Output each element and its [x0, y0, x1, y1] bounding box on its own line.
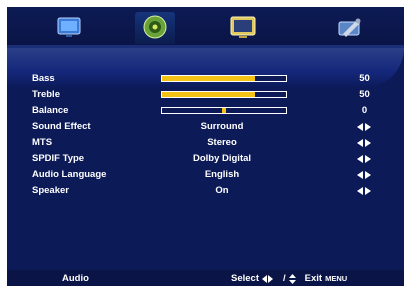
sound-effect-value: Surround: [200, 121, 244, 132]
speaker-value: On: [215, 185, 229, 196]
footer-bar: Audio Select / Exit MENU: [7, 270, 404, 286]
menu-tab-bar: [7, 7, 404, 45]
exit-hint-label: Exit: [304, 273, 323, 284]
slash-separator: /: [283, 273, 286, 284]
select-hint-label: Select: [231, 273, 259, 284]
tv-osd-screen: Bass 50 Treble 50 Balance 0 Sound Effect…: [7, 7, 404, 286]
up-down-arrows-icon: [288, 273, 296, 284]
mts-value: Stereo: [207, 137, 237, 148]
treble-value: 50: [359, 89, 370, 100]
footer-section-title: Audio: [62, 273, 89, 284]
sound-effect-label: Sound Effect: [32, 121, 91, 132]
balance-slider-marker: [222, 108, 226, 113]
bass-value: 50: [359, 73, 370, 84]
treble-slider-fill: [162, 92, 255, 97]
bass-label: Bass: [32, 73, 55, 84]
left-right-arrows-icon[interactable]: [357, 139, 371, 147]
picture-icon[interactable]: [49, 12, 89, 44]
bass-slider-fill: [162, 76, 255, 81]
left-right-arrows-icon: [262, 274, 273, 283]
bass-slider[interactable]: [161, 75, 287, 82]
tv-icon[interactable]: [223, 12, 263, 44]
sound-effect-row[interactable]: Sound Effect Surround: [7, 119, 404, 135]
mts-row[interactable]: MTS Stereo: [7, 135, 404, 151]
audio-icon[interactable]: [135, 12, 175, 44]
left-right-arrows-icon[interactable]: [357, 187, 371, 195]
balance-label: Balance: [32, 105, 69, 116]
balance-value: 0: [361, 105, 368, 116]
audio-language-label: Audio Language: [32, 169, 107, 180]
spdif-type-row[interactable]: SPDIF Type Dolby Digital: [7, 151, 404, 167]
audio-language-row[interactable]: Audio Language English: [7, 167, 404, 183]
left-right-arrows-icon[interactable]: [357, 171, 371, 179]
spdif-type-value: Dolby Digital: [192, 153, 252, 164]
speaker-label: Speaker: [32, 185, 69, 196]
footer-hints: Select / Exit MENU: [231, 273, 347, 284]
speaker-row[interactable]: Speaker On: [7, 183, 404, 199]
spdif-type-label: SPDIF Type: [32, 153, 85, 164]
treble-slider[interactable]: [161, 91, 287, 98]
audio-language-value: English: [204, 169, 240, 180]
treble-label: Treble: [32, 89, 60, 100]
bass-row[interactable]: Bass 50: [7, 71, 404, 87]
left-right-arrows-icon[interactable]: [357, 123, 371, 131]
mts-label: MTS: [32, 137, 53, 148]
balance-row[interactable]: Balance 0: [7, 103, 404, 119]
balance-slider[interactable]: [161, 107, 287, 114]
treble-row[interactable]: Treble 50: [7, 87, 404, 103]
menu-key-label: MENU: [325, 274, 348, 283]
left-right-arrows-icon[interactable]: [357, 155, 371, 163]
setup-icon[interactable]: [329, 12, 369, 44]
